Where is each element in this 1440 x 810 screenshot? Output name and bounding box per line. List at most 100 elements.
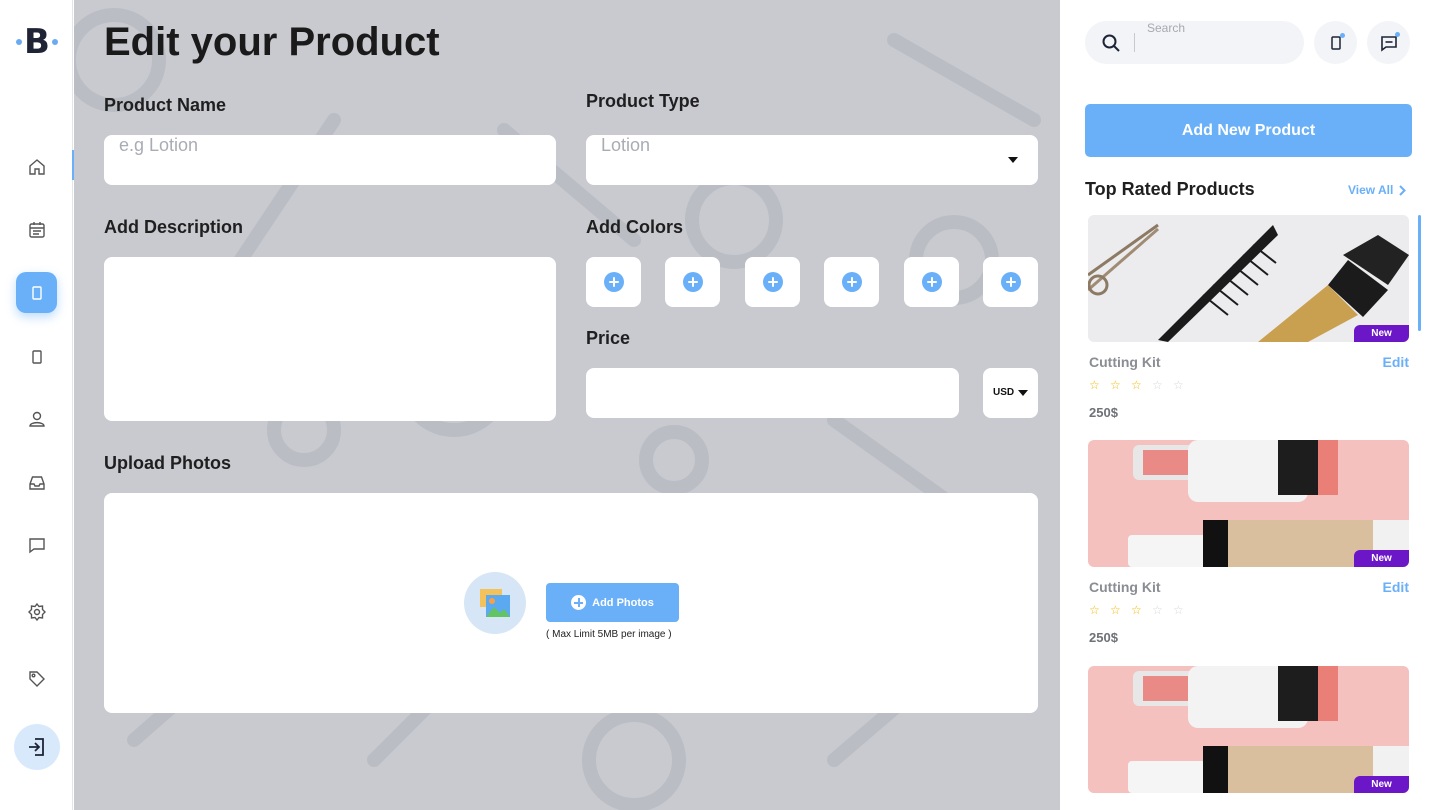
add-color-button-2[interactable] [665, 257, 720, 307]
product-image: New [1088, 440, 1409, 567]
calendar-icon [28, 221, 45, 238]
logo-letter: B [24, 22, 50, 62]
device-button[interactable] [1314, 21, 1357, 64]
notification-dot [1395, 32, 1400, 37]
add-new-product-button[interactable]: Add New Product [1085, 104, 1412, 157]
price-label: Price [586, 328, 631, 348]
star-filled-icon: ☆ [1110, 378, 1121, 392]
edit-link[interactable]: Edit [1383, 579, 1409, 595]
user-icon [28, 411, 45, 427]
product-image: New [1088, 215, 1409, 342]
image-placeholder [464, 572, 526, 634]
lotion-image [1088, 440, 1409, 567]
product-image: New [1088, 666, 1409, 793]
colors-label: Add Colors [586, 217, 683, 237]
add-photos-label: Add Photos [592, 596, 654, 609]
add-photos-button[interactable]: Add Photos [546, 583, 679, 622]
search-separator [1134, 33, 1135, 52]
product-name-input[interactable]: e.g Lotion [104, 135, 556, 185]
add-color-button-4[interactable] [824, 257, 879, 307]
tag-icon [28, 670, 45, 687]
star-empty-icon: ☆ [1173, 603, 1184, 617]
notification-dot [1340, 33, 1345, 38]
description-label: Add Description [104, 217, 244, 237]
gear-icon [27, 602, 46, 621]
star-filled-icon: ☆ [1089, 378, 1100, 392]
cutting-kit-image [1088, 215, 1409, 342]
home-icon [28, 158, 45, 175]
logo-dot-right [52, 39, 58, 45]
logout-button[interactable] [14, 724, 60, 770]
logout-icon [29, 738, 44, 756]
plus-circle-icon [682, 272, 703, 292]
product-card[interactable]: New Cutting Kit Edit ☆ ☆ ☆ ☆ ☆ 250$ [1088, 215, 1409, 420]
add-color-button-3[interactable] [745, 257, 800, 307]
search-input[interactable]: Search [1085, 21, 1304, 64]
description-textarea[interactable] [104, 257, 556, 421]
star-filled-icon: ☆ [1110, 603, 1121, 617]
page-title: Edit your Product [104, 20, 440, 64]
new-badge: New [1354, 550, 1409, 567]
nav-item-devices[interactable] [16, 336, 57, 377]
product-type-select[interactable]: Lotion [586, 135, 1038, 185]
product-name-placeholder: e.g Lotion [119, 135, 199, 155]
product-name-label: Product Name [104, 95, 227, 115]
main-content: Edit your Product Product Name e.g Lotio… [74, 0, 1060, 810]
plus-circle-icon [841, 272, 862, 292]
logo-dot-left [16, 39, 22, 45]
nav-item-settings[interactable] [16, 591, 57, 632]
currency-select[interactable]: USD [983, 368, 1038, 418]
product-type-label: Product Type [586, 91, 700, 111]
chevron-right-icon [1399, 184, 1407, 196]
chevron-down-icon [1018, 390, 1028, 396]
product-price: 250$ [1089, 405, 1118, 420]
add-color-button-5[interactable] [904, 257, 959, 307]
view-all-link[interactable]: View All [1348, 183, 1407, 197]
upload-label: Upload Photos [104, 453, 231, 473]
star-empty-icon: ☆ [1152, 603, 1163, 617]
upload-limit-note: ( Max Limit 5MB per image ) [546, 629, 672, 640]
nav-item-calendar[interactable] [16, 209, 57, 250]
scrollbar[interactable] [1418, 215, 1421, 331]
chevron-down-icon [1008, 157, 1018, 163]
chat-icon [28, 537, 45, 553]
phone-icon [31, 285, 42, 300]
upload-dropzone[interactable]: Add Photos ( Max Limit 5MB per image ) [104, 493, 1038, 713]
view-all-label: View All [1348, 183, 1394, 197]
phone-icon [31, 349, 42, 364]
product-name: Cutting Kit [1089, 354, 1161, 370]
left-navigation: B [0, 0, 74, 810]
plus-circle-icon [762, 272, 783, 292]
rating-stars: ☆ ☆ ☆ ☆ ☆ [1089, 379, 1185, 391]
nav-item-home[interactable] [16, 146, 57, 187]
nav-item-profile[interactable] [16, 398, 57, 439]
product-name: Cutting Kit [1089, 579, 1161, 595]
nav-item-inbox[interactable] [16, 462, 57, 503]
product-card[interactable]: New [1088, 666, 1409, 793]
add-color-button-6[interactable] [983, 257, 1038, 307]
right-panel: Search Add New Product Top Rated Product… [1060, 0, 1440, 810]
star-empty-icon: ☆ [1152, 378, 1163, 392]
plus-circle-icon [571, 595, 587, 610]
search-icon [1102, 34, 1120, 52]
star-filled-icon: ☆ [1131, 603, 1142, 617]
star-empty-icon: ☆ [1173, 378, 1184, 392]
product-type-value: Lotion [601, 135, 651, 155]
messages-button[interactable] [1367, 21, 1410, 64]
product-card[interactable]: New Cutting Kit Edit ☆ ☆ ☆ ☆ ☆ 250$ [1088, 440, 1409, 645]
search-placeholder: Search [1147, 21, 1186, 35]
image-icon [480, 589, 510, 617]
lotion-image [1088, 666, 1409, 793]
new-badge: New [1354, 776, 1409, 793]
nav-item-messages[interactable] [16, 524, 57, 565]
product-price: 250$ [1089, 630, 1118, 645]
inbox-icon [28, 475, 45, 490]
nav-item-tags[interactable] [16, 658, 57, 699]
add-color-button-1[interactable] [586, 257, 641, 307]
nav-item-products[interactable] [16, 272, 57, 313]
star-filled-icon: ☆ [1089, 603, 1100, 617]
app-logo[interactable]: B [14, 22, 60, 62]
price-input[interactable] [586, 368, 959, 418]
top-rated-title: Top Rated Products [1085, 179, 1255, 199]
edit-link[interactable]: Edit [1383, 354, 1409, 370]
